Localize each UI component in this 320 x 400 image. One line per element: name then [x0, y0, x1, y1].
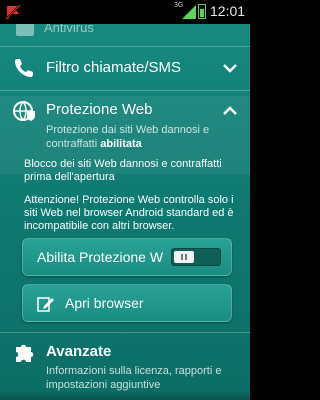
- advanced-title: Avanzate: [46, 343, 112, 360]
- open-browser-button[interactable]: Apri browser: [22, 284, 232, 322]
- signal-icon: [182, 5, 196, 19]
- open-browser-label: Apri browser: [65, 295, 144, 311]
- bottom-fade: [0, 390, 250, 400]
- call-filter-title: Filtro chiamate/SMS: [46, 59, 182, 76]
- web-protection-description: Protezione dai siti Web dannosi e contra…: [46, 124, 210, 150]
- previous-item-icon: [16, 24, 34, 36]
- web-protection-title: Protezione Web: [46, 101, 153, 118]
- app-content: Antivirus Filtro chiamate/SMS Protezione…: [0, 24, 250, 400]
- web-protection-status: abilitata: [100, 138, 142, 150]
- flag-icon: [5, 4, 21, 20]
- chevron-up-icon[interactable]: [222, 103, 238, 119]
- web-protection-toggle[interactable]: [171, 248, 221, 266]
- enable-web-protection-button[interactable]: Abilita Protezione W: [22, 238, 232, 276]
- edit-icon: [37, 297, 54, 312]
- web-protection-info: Blocco dei siti Web dannosi e contraffat…: [24, 158, 222, 183]
- previous-item-label: Antivirus: [44, 24, 94, 35]
- status-bar: 3G 12:01: [0, 0, 250, 24]
- globe-shield-icon: [13, 101, 35, 121]
- chevron-down-icon[interactable]: [222, 60, 238, 76]
- enable-web-protection-label: Abilita Protezione W: [37, 249, 164, 265]
- previous-menu-item[interactable]: Antivirus: [0, 24, 250, 44]
- clock: 12:01: [210, 3, 246, 19]
- puzzle-icon: [16, 344, 34, 362]
- toggle-knob[interactable]: [174, 251, 194, 263]
- advanced-description: Informazioni sulla licenza, rapporti e i…: [46, 365, 222, 391]
- menu-item-call-filter[interactable]: Filtro chiamate/SMS: [0, 47, 250, 89]
- web-protection-warning: Attenzione! Protezione Web controlla sol…: [24, 194, 234, 232]
- menu-item-web-protection[interactable]: Protezione Web Protezione dai siti Web d…: [0, 91, 250, 153]
- battery-icon: [198, 4, 206, 19]
- phone-icon: [15, 59, 33, 77]
